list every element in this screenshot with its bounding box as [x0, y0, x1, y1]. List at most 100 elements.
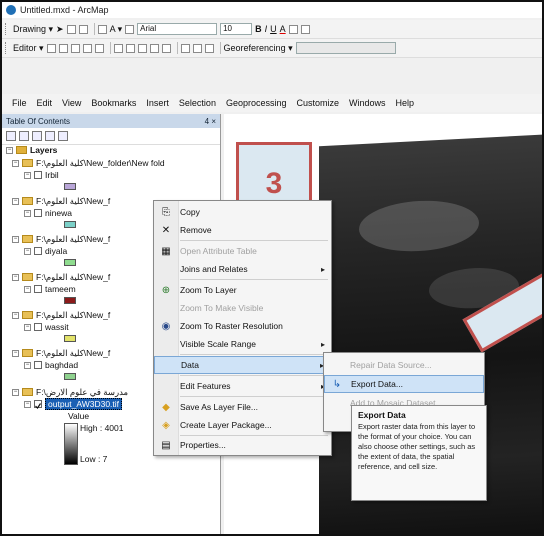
drawing-menu-button[interactable]: Drawing ▾	[13, 24, 53, 35]
menu-item-joins-and-relates[interactable]: Joins and Relates ▸	[154, 260, 331, 278]
toc-title: Table Of Contents	[6, 116, 71, 126]
list-by-drawing-order-icon[interactable]	[6, 131, 16, 141]
menu-insert[interactable]: Insert	[146, 98, 169, 108]
rotate-icon[interactable]	[66, 24, 76, 34]
collapse-icon[interactable]: −	[6, 146, 13, 154]
visibility-checkbox[interactable]	[34, 361, 42, 369]
fix-icon[interactable]	[204, 43, 214, 53]
line-color-icon[interactable]	[300, 24, 310, 34]
group-folder-6[interactable]: − F:\كلية العلوم\New_f	[12, 347, 110, 359]
edit-annotation-icon[interactable]	[58, 43, 68, 53]
diyala-symbol[interactable]	[64, 259, 76, 266]
menu-item-data[interactable]: Data ▸	[154, 356, 331, 374]
toc-pin-close[interactable]: 4 ×	[205, 117, 216, 126]
attributes-icon[interactable]	[137, 43, 147, 53]
menu-bookmarks[interactable]: Bookmarks	[91, 98, 136, 108]
list-by-source-icon[interactable]	[19, 131, 29, 141]
list-by-visibility-icon[interactable]	[32, 131, 42, 141]
editor-menu-button[interactable]: Editor ▾	[13, 43, 44, 54]
topology-icon[interactable]	[180, 43, 190, 53]
menu-item-create-layer-package[interactable]: ◈ Create Layer Package...	[154, 416, 331, 434]
menu-item-zoom-to-layer[interactable]: ⊕ Zoom To Layer	[154, 281, 331, 299]
zoom-to-layer-icon: ⊕	[161, 284, 171, 296]
menu-edit[interactable]: Edit	[37, 98, 53, 108]
underline-button[interactable]: U	[270, 24, 277, 34]
layer-irbil[interactable]: − Irbil	[24, 169, 59, 181]
fill-color-icon[interactable]	[288, 24, 298, 34]
trace-icon[interactable]	[82, 43, 92, 53]
layers-root[interactable]: − Layers	[6, 144, 57, 156]
submenu-item-export-data[interactable]: ↳ Export Data...	[324, 375, 484, 393]
group-folder-3[interactable]: − F:\كلية العلوم\New_f	[12, 233, 110, 245]
georeferencing-layer-select[interactable]	[295, 42, 396, 54]
toolbar-grip[interactable]	[5, 23, 9, 35]
text-tool-icon[interactable]: A ▾	[110, 24, 123, 35]
point-icon[interactable]	[94, 43, 104, 53]
visibility-checkbox[interactable]	[34, 247, 42, 255]
tameem-symbol[interactable]	[64, 297, 76, 304]
georeferencing-menu-button[interactable]: Georeferencing ▾	[224, 43, 293, 54]
edit-vertices-icon[interactable]	[125, 24, 135, 34]
irbil-symbol[interactable]	[64, 183, 76, 190]
ninewa-symbol[interactable]	[64, 221, 76, 228]
italic-button[interactable]: I	[265, 24, 268, 34]
font-size-select[interactable]: 10	[220, 23, 253, 35]
menu-geoprocessing[interactable]: Geoprocessing	[226, 98, 287, 108]
group-folder-4[interactable]: − F:\كلية العلوم\New_f	[12, 271, 110, 283]
menu-item-remove[interactable]: ✕ Remove	[154, 221, 331, 239]
layer-ninewa[interactable]: − ninewa	[24, 207, 72, 219]
menu-help[interactable]: Help	[396, 98, 415, 108]
font-name-select[interactable]: Arial	[137, 23, 218, 35]
menu-item-edit-features[interactable]: Edit Features▸	[154, 377, 331, 395]
layer-package-icon: ◈	[162, 419, 170, 431]
elevation-color-ramp[interactable]	[64, 423, 78, 465]
menu-windows[interactable]: Windows	[349, 98, 386, 108]
group-folder-1[interactable]: − F:\كلية العلوم\New_folder\New fold	[12, 157, 165, 169]
edit-tool-icon[interactable]	[46, 43, 56, 53]
list-by-selection-icon[interactable]	[45, 131, 55, 141]
visibility-checkbox[interactable]	[34, 171, 42, 179]
submenu-item-repair-data-source[interactable]: Repair Data Source...	[324, 356, 484, 374]
group-folder-2[interactable]: − F:\كلية العلوم\New_f	[12, 195, 110, 207]
arcmap-app-icon	[6, 5, 16, 15]
split-icon[interactable]	[113, 43, 123, 53]
zoom-whole-page-icon[interactable]	[78, 24, 88, 34]
menu-customize[interactable]: Customize	[297, 98, 340, 108]
menu-item-visible-scale-range[interactable]: Visible Scale Range ▸	[154, 335, 331, 353]
visibility-checkbox[interactable]	[34, 285, 42, 293]
sketch-properties-icon[interactable]	[149, 43, 159, 53]
font-color-button[interactable]: A	[280, 24, 286, 34]
visibility-checkbox[interactable]	[34, 209, 42, 217]
menu-item-copy[interactable]: ⎘ Copy	[154, 203, 331, 221]
options-icon[interactable]	[58, 131, 68, 141]
bold-button[interactable]: B	[255, 24, 262, 34]
joins-icon	[160, 263, 172, 275]
rotate-feature-icon[interactable]	[125, 43, 135, 53]
menu-item-zoom-to-make-visible[interactable]: Zoom To Make Visible	[154, 299, 331, 317]
menu-item-zoom-to-raster-resolution[interactable]: ◉ Zoom To Raster Resolution	[154, 317, 331, 335]
straight-segment-icon[interactable]	[70, 43, 80, 53]
toolbar-area-blank	[2, 58, 542, 92]
visibility-checkbox[interactable]	[34, 323, 42, 331]
validate-icon[interactable]	[192, 43, 202, 53]
menu-view[interactable]: View	[62, 98, 81, 108]
menu-selection[interactable]: Selection	[179, 98, 216, 108]
group-folder-5[interactable]: − F:\كلية العلوم\New_f	[12, 309, 110, 321]
rectangle-icon[interactable]	[97, 24, 107, 34]
visibility-checkbox-checked[interactable]	[34, 400, 42, 409]
create-features-icon[interactable]	[161, 43, 171, 53]
layer-wassit[interactable]: − wassit	[24, 321, 69, 333]
group-folder-raster[interactable]: − F:\مدرسة في علوم الارض	[12, 386, 128, 398]
layer-tameem[interactable]: − tameem	[24, 283, 76, 295]
toc-header: Table Of Contents 4 ×	[2, 114, 220, 128]
layer-baghdad[interactable]: − baghdad	[24, 359, 78, 371]
menu-item-properties[interactable]: ▤ Properties...	[154, 436, 331, 454]
menu-item-save-as-layer-file[interactable]: ◆ Save As Layer File...	[154, 398, 331, 416]
select-elements-icon[interactable]: ➤	[56, 24, 64, 35]
menu-file[interactable]: File	[12, 98, 27, 108]
menu-item-open-attribute-table[interactable]: ▦ Open Attribute Table	[154, 242, 331, 260]
layer-diyala[interactable]: − diyala	[24, 245, 67, 257]
layer-output-aw3d30[interactable]: − output_AW3D30.tif	[24, 398, 123, 410]
wassit-symbol[interactable]	[64, 335, 76, 342]
baghdad-symbol[interactable]	[64, 373, 76, 380]
